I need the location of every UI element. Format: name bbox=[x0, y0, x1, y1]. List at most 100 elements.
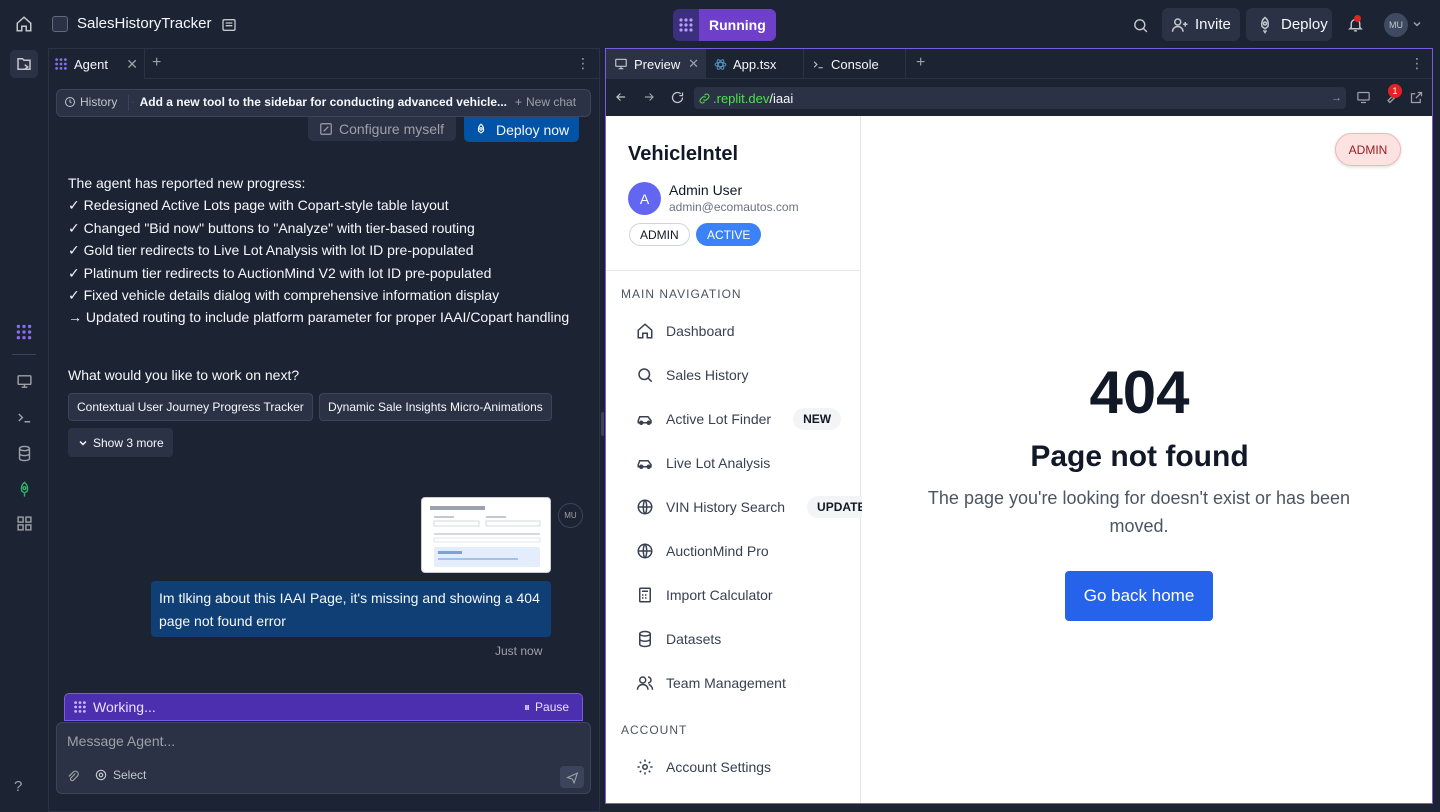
home-icon[interactable] bbox=[8, 8, 40, 40]
error-title: Page not found bbox=[1030, 440, 1249, 473]
rocket-icon bbox=[1260, 16, 1270, 34]
user-plus-icon bbox=[1171, 17, 1188, 32]
add-tab-icon[interactable]: + bbox=[152, 54, 161, 72]
more-icon[interactable]: ⋮ bbox=[1410, 55, 1424, 72]
home-icon bbox=[637, 323, 653, 339]
go-arrow-icon[interactable]: → bbox=[1331, 92, 1342, 104]
send-button[interactable] bbox=[560, 766, 584, 788]
attach-icon[interactable] bbox=[66, 770, 80, 784]
agent-icon[interactable] bbox=[10, 318, 38, 346]
message-timestamp: Just now bbox=[495, 644, 543, 658]
gauge-icon bbox=[132, 101, 134, 103]
chevron-down-icon[interactable] bbox=[1412, 19, 1422, 29]
database-icon[interactable] bbox=[10, 439, 38, 467]
open-new-window-icon[interactable] bbox=[1409, 90, 1424, 105]
back-arrow-icon[interactable] bbox=[614, 90, 628, 104]
calculator-icon bbox=[639, 587, 651, 603]
sidebar-item-dashboard[interactable]: Dashboard bbox=[636, 319, 735, 343]
forward-arrow-icon[interactable] bbox=[642, 90, 656, 104]
progress-line: ✓ Platinum tier redirects to AuctionMind… bbox=[68, 264, 492, 281]
sidebar-item-label: Dashboard bbox=[666, 323, 735, 339]
tab-console[interactable]: Console bbox=[804, 49, 906, 79]
tab-app-tsx[interactable]: App.tsx bbox=[706, 49, 804, 79]
select-element-button[interactable]: Select bbox=[94, 768, 146, 782]
history-label: History bbox=[80, 95, 118, 109]
terminal-icon[interactable] bbox=[10, 403, 38, 431]
select-label: Select bbox=[113, 768, 147, 782]
tab-agent[interactable]: Agent ✕ bbox=[49, 49, 145, 79]
react-icon bbox=[714, 58, 727, 70]
deploy-label: Deploy bbox=[1281, 16, 1328, 33]
deploy-button[interactable]: Deploy bbox=[1246, 8, 1332, 41]
panel-resize-handle[interactable] bbox=[601, 412, 604, 436]
suggestion-chip[interactable]: Dynamic Sale Insights Micro-Animations bbox=[319, 393, 552, 421]
configure-button[interactable]: Configure myself bbox=[308, 117, 456, 141]
new-chat-label: New chat bbox=[526, 95, 577, 109]
progress-line: ✓ Redesigned Active Lots page with Copar… bbox=[68, 197, 449, 214]
url-bar[interactable]: .replit.dev /iaai → bbox=[694, 87, 1346, 109]
notification-dot bbox=[1354, 15, 1361, 22]
message-input[interactable] bbox=[67, 731, 547, 751]
account-heading: ACCOUNT bbox=[621, 723, 688, 737]
invite-button[interactable]: Invite bbox=[1162, 8, 1240, 41]
url-domain: .replit.dev bbox=[713, 90, 770, 106]
show-more-button[interactable]: Show 3 more bbox=[68, 428, 173, 457]
sidebar-item-sales-history[interactable]: Sales History bbox=[636, 363, 748, 387]
run-control[interactable]: Running bbox=[673, 9, 776, 41]
close-icon[interactable]: ✕ bbox=[126, 56, 138, 73]
app-name[interactable]: SalesHistoryTracker bbox=[77, 15, 211, 32]
reload-icon[interactable] bbox=[670, 90, 685, 105]
sidebar-item-account-settings[interactable]: Account Settings bbox=[636, 755, 771, 779]
target-icon bbox=[95, 769, 107, 781]
user-message: Im tlking about this IAAI Page, it's mis… bbox=[151, 581, 551, 637]
tab-label: Console bbox=[831, 56, 879, 72]
user-avatar[interactable]: MU bbox=[1384, 13, 1408, 37]
attached-screenshot-thumbnail[interactable] bbox=[421, 497, 551, 573]
role-badge: ADMIN bbox=[629, 223, 690, 246]
chat-title[interactable]: Add a new tool to the sidebar for conduc… bbox=[132, 95, 507, 109]
sidebar-item-auctionmind-pro[interactable]: AuctionMind Pro bbox=[636, 539, 769, 563]
files-icon[interactable] bbox=[10, 50, 38, 78]
pause-label: Pause bbox=[535, 700, 570, 714]
next-question: What would you like to work on next? bbox=[68, 367, 300, 383]
apps-grid-icon[interactable] bbox=[10, 509, 38, 537]
deploy-now-button[interactable]: Deploy now bbox=[464, 117, 579, 142]
deploy-rocket-icon[interactable] bbox=[10, 475, 38, 503]
sidebar-item-team-management[interactable]: Team Management bbox=[636, 671, 786, 695]
tab-preview[interactable]: Preview ✕ bbox=[606, 49, 706, 79]
history-button[interactable]: History bbox=[64, 95, 117, 109]
header-divider bbox=[128, 95, 129, 111]
pause-button[interactable]: ⏸ Pause bbox=[524, 700, 569, 715]
device-icon[interactable] bbox=[1356, 90, 1371, 105]
suggestion-chip[interactable]: Contextual User Journey Progress Tracker bbox=[68, 393, 313, 421]
configure-icon bbox=[320, 123, 332, 135]
run-button[interactable]: Running bbox=[699, 9, 776, 41]
sidebar-item-import-calculator[interactable]: Import Calculator bbox=[636, 583, 773, 607]
close-icon[interactable]: ✕ bbox=[688, 56, 699, 72]
history-icon bbox=[65, 97, 75, 107]
sidebar-item-label: Team Management bbox=[666, 675, 786, 691]
sidebar-item-active-lot-finder[interactable]: Active Lot Finder NEW bbox=[636, 407, 842, 431]
help-icon[interactable]: ? bbox=[14, 778, 22, 795]
app-brand[interactable]: VehicleIntel bbox=[628, 143, 738, 166]
pause-icon: ⏸ bbox=[524, 700, 531, 714]
sidebar-item-label: Active Lot Finder bbox=[666, 411, 772, 427]
layout-icon[interactable] bbox=[216, 12, 242, 38]
sidebar-item-datasets[interactable]: Datasets bbox=[636, 627, 721, 651]
go-home-button[interactable]: Go back home bbox=[1065, 571, 1213, 621]
search-icon[interactable] bbox=[1126, 11, 1154, 39]
more-icon[interactable]: ⋮ bbox=[576, 55, 590, 72]
sidebar-item-vin-history-search[interactable]: VIN History Search UPDATED bbox=[636, 495, 885, 519]
configure-label: Configure myself bbox=[339, 121, 445, 137]
url-path: /iaai bbox=[769, 90, 794, 106]
add-tab-icon[interactable]: + bbox=[916, 54, 925, 72]
app-icon bbox=[52, 16, 68, 32]
error-code: 404 bbox=[1089, 359, 1190, 426]
sidebar-item-live-lot-analysis[interactable]: Live Lot Analysis bbox=[636, 451, 770, 475]
new-chat-button[interactable]: + New chat bbox=[515, 95, 576, 109]
monitor-icon[interactable] bbox=[10, 367, 38, 395]
sidebar-item-label: Live Lot Analysis bbox=[666, 455, 771, 471]
database-icon bbox=[639, 630, 651, 648]
link-icon bbox=[699, 93, 710, 103]
gear-icon bbox=[637, 759, 653, 775]
